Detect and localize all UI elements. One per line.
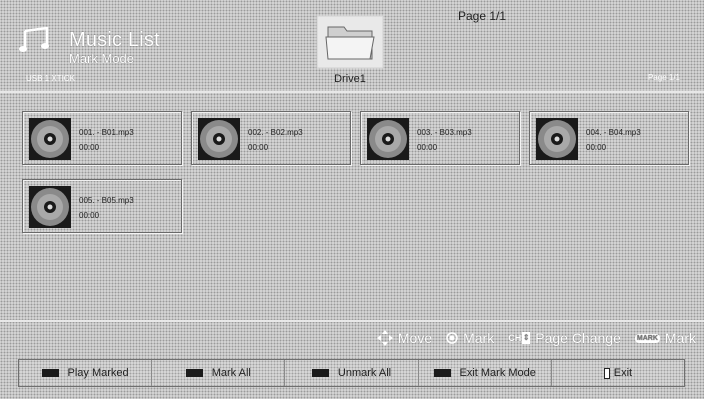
file-item[interactable]: 002. - B02.mp3 00:00 <box>191 111 351 165</box>
hint-mark-label: Mark <box>463 330 495 346</box>
file-item[interactable]: 004. - B04.mp3 00:00 <box>529 111 689 165</box>
dpad-icon <box>376 330 393 346</box>
file-item[interactable]: 001. - B01.mp3 00:00 <box>22 111 182 165</box>
file-name: 003. - B03.mp3 <box>417 128 472 137</box>
hint-page-change-label: Page Change <box>535 330 621 346</box>
play-marked-button[interactable]: Play Marked <box>19 360 151 386</box>
red-key-icon <box>41 369 59 377</box>
softkey-bar: Play Marked Mark All Unmark All Exit Mar… <box>18 359 685 387</box>
page-indicator-top: Page 1/1 <box>457 9 507 23</box>
file-duration: 00:00 <box>79 143 100 152</box>
file-name: 004. - B04.mp3 <box>586 128 641 137</box>
hint-mark-key: MARK Mark <box>634 330 696 346</box>
music-note-icon <box>19 27 49 52</box>
file-name: 001. - B01.mp3 <box>79 128 134 137</box>
folder-label: Drive1 <box>334 73 366 85</box>
mark-all-label: Mark All <box>211 367 251 379</box>
cd-disc-icon <box>367 118 409 160</box>
file-item[interactable]: 003. - B03.mp3 00:00 <box>360 111 520 165</box>
cd-disc-icon <box>29 118 71 160</box>
hint-mark-key-label: Mark <box>664 330 696 346</box>
exit-mark-mode-button[interactable]: Exit Mark Mode <box>417 360 551 386</box>
file-item[interactable]: 005. - B05.mp3 00:00 <box>22 179 182 233</box>
hint-page-change: CH ⇕ Page Change <box>508 330 621 346</box>
ch-key-icon: CH ⇕ <box>508 332 531 344</box>
mark-key-icon: MARK <box>634 333 660 343</box>
divider <box>0 91 704 93</box>
play-marked-label: Play Marked <box>67 367 129 379</box>
file-duration: 00:00 <box>417 143 438 152</box>
mark-key-label: MARK <box>634 333 660 343</box>
ch-key-label: CH <box>508 333 522 343</box>
cd-disc-icon <box>29 186 71 228</box>
exit-icon <box>603 367 610 379</box>
blue-key-icon <box>433 369 451 377</box>
hint-mark: Mark <box>446 330 494 346</box>
unmark-all-button[interactable]: Unmark All <box>284 360 417 386</box>
key-hints: Move Mark CH ⇕ Page Change MARK Mark <box>363 329 696 347</box>
exit-button[interactable]: Exit <box>550 360 684 386</box>
page-indicator: Page 1/1 <box>647 73 680 82</box>
cd-disc-icon <box>536 118 578 160</box>
mode-label: Mark Mode <box>69 51 135 66</box>
file-name: 002. - B02.mp3 <box>248 128 303 137</box>
hint-move: Move <box>376 330 433 346</box>
unmark-all-label: Unmark All <box>337 367 392 379</box>
divider <box>0 320 704 322</box>
folder-icon[interactable] <box>316 15 384 69</box>
page-title: Music List <box>69 29 160 51</box>
file-duration: 00:00 <box>586 143 607 152</box>
device-label: USB 1 XTICK <box>26 74 75 83</box>
yellow-key-icon <box>311 369 329 377</box>
header-bar: Music List Mark Mode USB 1 XTICK Drive1 … <box>0 0 704 92</box>
green-key-icon <box>185 369 203 377</box>
ch-updown-icon: ⇕ <box>522 332 531 344</box>
file-duration: 00:00 <box>79 211 100 220</box>
hint-move-label: Move <box>397 330 433 346</box>
ok-circle-icon <box>446 332 458 344</box>
file-duration: 00:00 <box>248 143 269 152</box>
exit-mark-mode-label: Exit Mark Mode <box>459 367 536 379</box>
cd-disc-icon <box>198 118 240 160</box>
file-name: 005. - B05.mp3 <box>79 196 134 205</box>
mark-all-button[interactable]: Mark All <box>151 360 284 386</box>
exit-label: Exit <box>613 367 633 379</box>
